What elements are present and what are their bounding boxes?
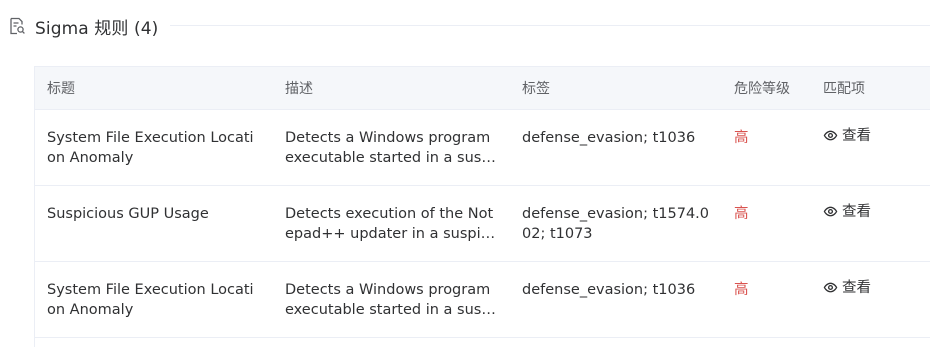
rule-description: Detects execution of the Notepad++ updat… — [285, 205, 494, 242]
view-matches-button[interactable]: 查看 — [823, 126, 871, 146]
risk-level-badge: 高 — [734, 281, 749, 298]
rule-title: Suspicious GUP Usage — [47, 205, 209, 222]
rule-tags: defense_evasion; t1036 — [522, 129, 696, 146]
column-header-title: 标题 — [35, 67, 273, 110]
rule-tags: defense_evasion; t1574.002; t1073 — [522, 205, 710, 242]
rule-description: Detects a Windows program executable sta… — [285, 129, 495, 166]
table-header-row: 标题 描述 标签 危险等级 匹配项 — [35, 67, 930, 110]
rule-tags: defense_evasion; t1036 — [522, 281, 696, 298]
view-label: 查看 — [842, 279, 871, 296]
rule-description: Detects a Windows program executable sta… — [285, 281, 495, 318]
document-search-icon — [8, 16, 28, 36]
rule-title: System File Execution Location Anomaly — [47, 281, 254, 318]
view-label: 查看 — [842, 203, 871, 220]
table-row: Suspicious GUP Usage Detects execution o… — [35, 185, 930, 262]
column-header-description: 描述 — [273, 67, 510, 110]
section-header: Sigma 规则 (4) — [8, 12, 158, 40]
eye-icon — [823, 204, 838, 219]
section-title: Sigma 规则 (4) — [35, 18, 159, 39]
view-label: 查看 — [842, 127, 871, 144]
risk-level-badge: 高 — [734, 129, 749, 146]
table-row: System File Execution Location Anomaly D… — [35, 261, 930, 338]
column-header-level: 危险等级 — [722, 67, 811, 110]
column-header-matches: 匹配项 — [811, 67, 930, 110]
column-header-tags: 标签 — [510, 67, 722, 110]
section-divider — [170, 25, 930, 26]
eye-icon — [823, 128, 838, 143]
rule-title: System File Execution Location Anomaly — [47, 129, 254, 166]
table-row: System File Execution Location Anomaly D… — [35, 109, 930, 186]
view-matches-button[interactable]: 查看 — [823, 202, 871, 222]
view-matches-button[interactable]: 查看 — [823, 278, 871, 298]
eye-icon — [823, 280, 838, 295]
risk-level-badge: 高 — [734, 205, 749, 222]
sigma-rules-table: 标题 描述 标签 危险等级 匹配项 System File Execution … — [34, 66, 930, 347]
